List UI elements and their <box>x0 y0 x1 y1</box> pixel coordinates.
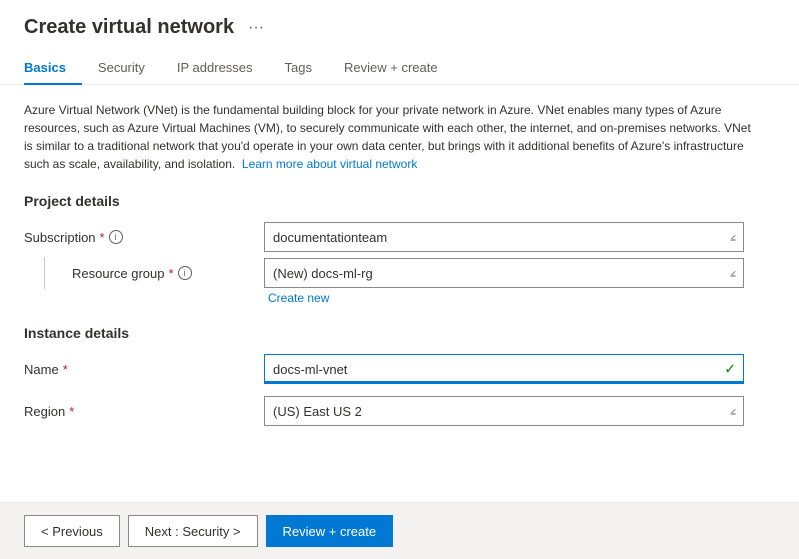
resource-group-select[interactable]: (New) docs-ml-rg <box>264 258 744 288</box>
review-create-button[interactable]: Review + create <box>266 515 394 547</box>
resource-group-select-wrapper: (New) docs-ml-rg ⦤ <box>264 258 744 288</box>
create-new-link[interactable]: Create new <box>268 291 775 305</box>
tab-security[interactable]: Security <box>82 52 161 85</box>
tab-tags[interactable]: Tags <box>269 52 328 85</box>
header: Create virtual network ··· Basics Securi… <box>0 0 799 85</box>
tab-ip-addresses[interactable]: IP addresses <box>161 52 269 85</box>
tab-review-create[interactable]: Review + create <box>328 52 454 85</box>
next-security-button[interactable]: Next : Security > <box>128 515 258 547</box>
tab-basics[interactable]: Basics <box>24 52 82 85</box>
subscription-required: * <box>100 230 105 245</box>
region-required: * <box>69 404 74 419</box>
resource-group-label-wrapper: Resource group * i <box>24 257 264 289</box>
name-check-icon: ✓ <box>724 361 736 378</box>
page-title: Create virtual network <box>24 16 234 39</box>
subscription-select-wrapper: documentationteam ⦤ <box>264 222 744 252</box>
title-row: Create virtual network ··· <box>24 16 775 39</box>
learn-more-link[interactable]: Learn more about virtual network <box>242 157 417 171</box>
ellipsis-button[interactable]: ··· <box>242 17 270 39</box>
previous-button[interactable]: < Previous <box>24 515 120 547</box>
project-details-title: Project details <box>24 193 775 209</box>
resource-group-row: Resource group * i (New) docs-ml-rg ⦤ <box>24 257 775 289</box>
resource-group-info-icon[interactable]: i <box>178 266 192 280</box>
instance-details-title: Instance details <box>24 325 775 341</box>
name-input-wrapper: ✓ <box>264 354 744 384</box>
instance-details-section: Instance details Name * ✓ Region <box>24 325 775 427</box>
subscription-control: documentationteam ⦤ <box>264 222 744 252</box>
name-input[interactable] <box>264 354 744 384</box>
region-row: Region * (US) East US 2 ⦤ <box>24 395 775 427</box>
name-control: ✓ <box>264 354 744 384</box>
project-details-section: Project details Subscription * i documen… <box>24 193 775 305</box>
name-label: Name * <box>24 362 264 377</box>
resource-group-control: (New) docs-ml-rg ⦤ <box>264 258 744 288</box>
region-select[interactable]: (US) East US 2 <box>264 396 744 426</box>
footer: < Previous Next : Security > Review + cr… <box>0 502 799 559</box>
subscription-label: Subscription * i <box>24 230 264 245</box>
name-row: Name * ✓ <box>24 353 775 385</box>
main-content: Azure Virtual Network (VNet) is the fund… <box>0 85 799 502</box>
subscription-row: Subscription * i documentationteam ⦤ <box>24 221 775 253</box>
region-label: Region * <box>24 404 264 419</box>
resource-group-required: * <box>169 266 174 281</box>
region-select-wrapper: (US) East US 2 ⦤ <box>264 396 744 426</box>
subscription-info-icon[interactable]: i <box>109 230 123 244</box>
subscription-select[interactable]: documentationteam <box>264 222 744 252</box>
name-required: * <box>63 362 68 377</box>
description-text: Azure Virtual Network (VNet) is the fund… <box>24 101 754 173</box>
region-control: (US) East US 2 ⦤ <box>264 396 744 426</box>
page-container: Create virtual network ··· Basics Securi… <box>0 0 799 559</box>
tabs-nav: Basics Security IP addresses Tags Review… <box>24 51 775 84</box>
